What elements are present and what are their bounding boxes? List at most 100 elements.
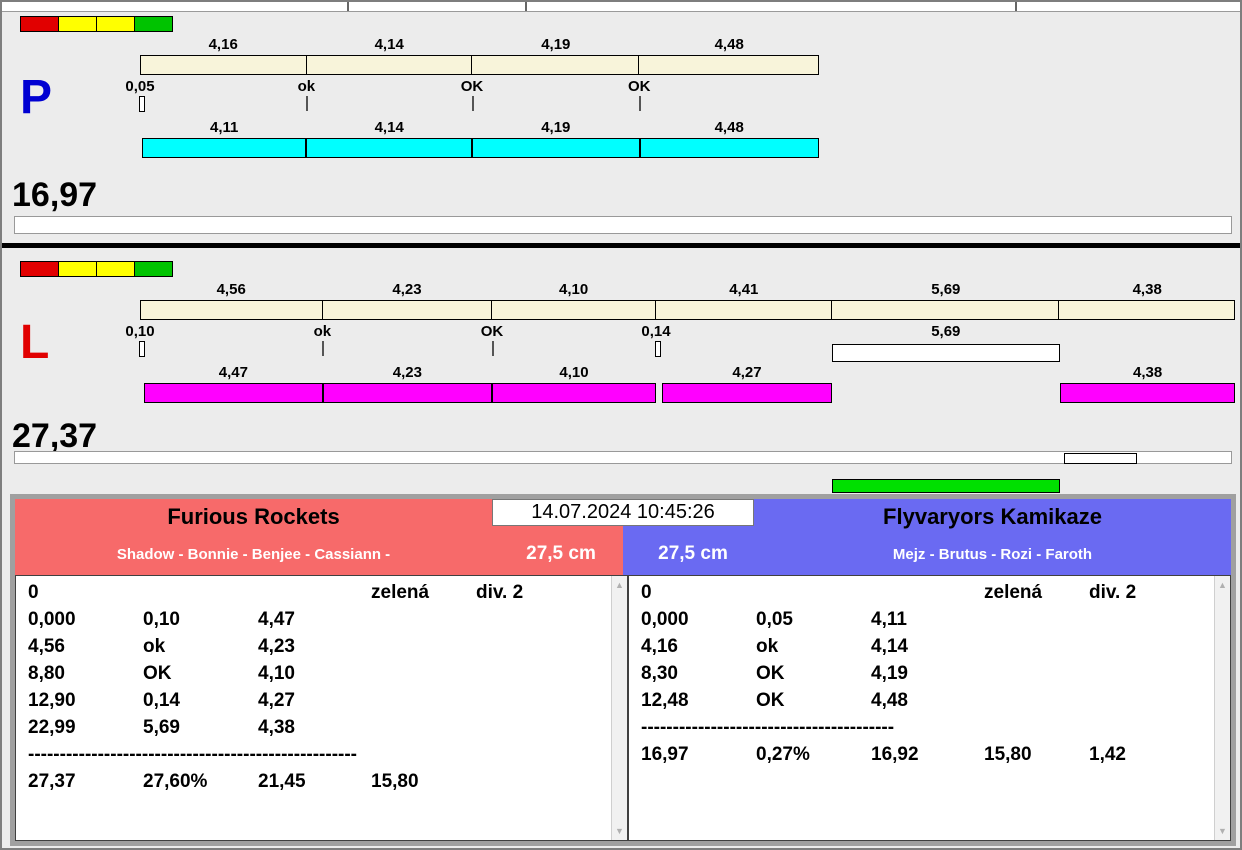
run-time-label: 4,10	[559, 364, 589, 381]
crossing-tick	[639, 96, 642, 111]
results-cell: 12,90	[28, 690, 76, 711]
team-left-name: Furious Rockets	[167, 504, 340, 529]
results-cell: 0,000	[28, 609, 76, 630]
run-time-label: 4,11	[210, 119, 239, 136]
run-segment	[306, 138, 472, 158]
results-cell	[984, 690, 1089, 717]
results-cell: 15,80	[371, 771, 419, 792]
results-cell: 4,11	[871, 609, 907, 630]
results-cell	[371, 717, 476, 744]
results-cell	[756, 582, 871, 609]
results-right-scrollbar[interactable]: ▲ ▼	[1214, 576, 1230, 840]
run-time-label: 4,38	[1132, 364, 1163, 381]
start-offset-box	[139, 96, 145, 112]
run-segment	[472, 138, 640, 158]
split-time-label: 4,48	[714, 36, 744, 53]
datetime-display: 14.07.2024 10:45:26	[492, 499, 754, 526]
split-segment	[1059, 301, 1234, 319]
results-row: 0,000 0,05 4,11	[641, 609, 1208, 636]
results-cell	[476, 771, 605, 798]
scroll-down-icon[interactable]: ▼	[612, 826, 627, 836]
status-light-cell	[20, 16, 59, 32]
results-row: 22,99 5,69 4,38	[28, 717, 605, 744]
run-time-labels: 4,47 4,23 4,10 4,27 4,38	[2, 364, 1240, 382]
lane-p-total-time: 16,97	[12, 176, 98, 214]
results-row: 0 zelená div. 2	[641, 582, 1208, 609]
results-cell	[476, 609, 605, 636]
window-remnant-mark	[347, 2, 349, 11]
results-cell: OK	[756, 663, 785, 684]
results-right-box[interactable]: 0 zelená div. 2 0,000 0,05 4,11 4,16 ok 4,14 8,30…	[628, 575, 1231, 841]
run-segment	[1060, 383, 1236, 403]
results-cell: zelená	[371, 582, 430, 603]
results-left-scrollbar[interactable]: ▲ ▼	[611, 576, 627, 840]
status-light-cell	[58, 16, 97, 32]
results-cell	[476, 636, 605, 663]
results-cell: 4,14	[871, 636, 908, 657]
window-top-strip	[2, 2, 1240, 12]
results-cell: 4,38	[258, 717, 295, 738]
split-segment	[323, 301, 492, 319]
results-cell: 4,47	[258, 609, 295, 630]
results-left-box[interactable]: 0 zelená div. 2 0,000 0,10 4,47 4,56 ok 4,23 8,80…	[15, 575, 628, 841]
split-segment	[141, 301, 324, 319]
results-cell	[371, 609, 476, 636]
results-cell	[258, 582, 371, 609]
split-time-label: 4,41	[729, 281, 759, 298]
results-cell	[871, 582, 984, 609]
run-time-label: 4,23	[392, 364, 422, 381]
results-left-rows: 0 zelená div. 2 0,000 0,10 4,47 4,56 ok 4,23 8,80…	[16, 576, 627, 798]
results-cell: 0,05	[756, 609, 793, 630]
results-cell: 8,80	[28, 663, 65, 684]
progress-track	[14, 216, 1232, 234]
results-cell: zelená	[984, 582, 1043, 603]
run-time-labels: 4,11 4,14 4,19 4,48	[2, 119, 1240, 137]
results-cell: OK	[143, 663, 172, 684]
crossing-tick	[492, 341, 494, 356]
scroll-up-icon[interactable]: ▲	[1215, 580, 1230, 590]
crossing-label: OK	[627, 78, 651, 95]
results-cell: ok	[756, 636, 779, 657]
results-cell: 16,92	[871, 744, 919, 765]
results-cell: 4,16	[641, 636, 678, 657]
results-cell: 12,48	[641, 690, 689, 711]
scroll-down-icon[interactable]: ▼	[1215, 826, 1230, 836]
crossing-labels: 0,05 ok OK OK	[2, 78, 1240, 96]
split-time-labels: 4,16 4,14 4,19 4,48	[2, 36, 1240, 54]
crossing-label: OK	[460, 78, 484, 95]
team-right-name: Flyvaryors Kamikaze	[883, 504, 1102, 529]
team-right-dogs: Mejz - Brutus - Rozi - Faroth	[892, 546, 1093, 563]
status-light-cell	[96, 16, 135, 32]
start-offset-box	[139, 341, 145, 357]
split-time-label: 4,14	[374, 36, 404, 53]
results-cell: 0,14	[143, 690, 180, 711]
team-right-jump-height: 27,5 cm	[658, 543, 728, 564]
split-time-label: 4,23	[392, 281, 422, 298]
split-segment	[141, 56, 307, 74]
results-cell	[1089, 636, 1208, 663]
scroll-up-icon[interactable]: ▲	[612, 580, 627, 590]
results-cell: 27,37	[28, 771, 76, 792]
results-cell: OK	[756, 690, 785, 711]
results-cell: 4,56	[28, 636, 65, 657]
split-segment	[472, 56, 640, 74]
split-time-label: 4,56	[216, 281, 246, 298]
results-cell: 8,30	[641, 663, 678, 684]
split-time-label: 4,19	[541, 36, 571, 53]
split-segment	[832, 301, 1059, 319]
results-cell	[984, 663, 1089, 690]
lane-p-section: P 4,16 4,14 4,19 4,48 0,05 ok OK OK 4,11 4,14 4,…	[2, 12, 1240, 243]
status-light-cell	[20, 261, 59, 277]
run-segment	[322, 383, 492, 403]
results-cell: 16,97	[641, 744, 689, 765]
split-time-label: 4,38	[1132, 281, 1162, 298]
start-light-legend	[20, 16, 173, 32]
crossing-marks	[2, 341, 1240, 363]
crossing-label: ok	[297, 78, 316, 95]
results-right-rows: 0 zelená div. 2 0,000 0,05 4,11 4,16 ok 4,14 8,30…	[629, 576, 1230, 771]
results-cell: 4,48	[871, 690, 908, 711]
crossing-marks	[2, 96, 1240, 118]
score-panel: Furious Rockets Shadow - Bonnie - Benjee…	[10, 494, 1236, 846]
results-cell	[984, 609, 1089, 636]
results-cell: div. 2	[476, 582, 524, 603]
